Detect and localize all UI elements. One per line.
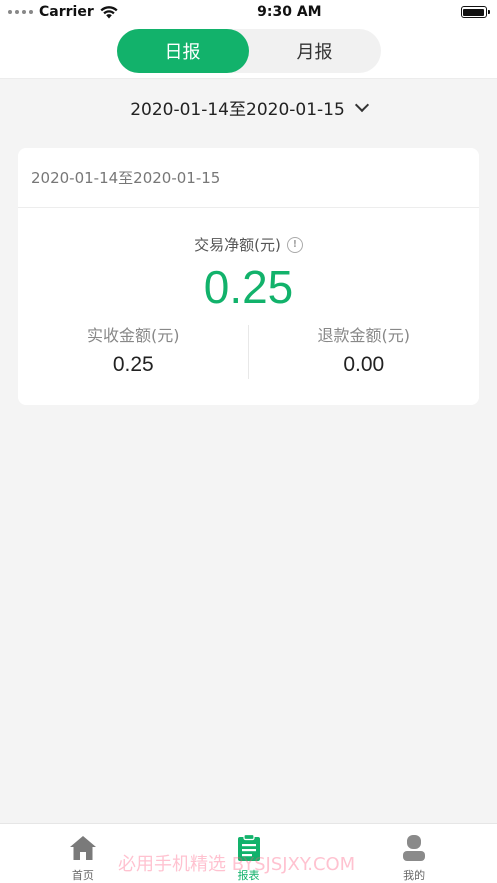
tab-report-label: 报表 (237, 869, 260, 882)
refund-amount: 退款金额(元) 0.00 (249, 325, 480, 379)
info-icon[interactable]: ! (286, 236, 303, 253)
bottom-tab-bar: 首页 报表 我的 (0, 823, 497, 883)
status-bar: Carrier 9:30 AM (0, 0, 497, 24)
report-period-segmented: 日报 月报 (116, 29, 381, 73)
date-range-label: 2020-01-14至2020-01-15 (130, 100, 345, 120)
received-amount: 实收金额(元) 0.25 (18, 325, 249, 379)
card-date-range: 2020-01-14至2020-01-15 (18, 148, 479, 208)
status-time: 9:30 AM (257, 4, 322, 20)
net-amount-label-row: 交易净额(元) ! (18, 234, 479, 255)
tab-monthly-report[interactable]: 月报 (249, 29, 381, 73)
tab-profile-label: 我的 (403, 869, 426, 882)
battery-icon (460, 6, 490, 18)
net-amount-label: 交易净额(元) (194, 236, 281, 254)
wifi-icon (100, 5, 118, 18)
signal-icon (8, 10, 33, 14)
tab-monthly-label: 月报 (296, 42, 333, 63)
net-amount-value: 0.25 (203, 261, 294, 313)
refund-amount-value: 0.00 (343, 353, 385, 376)
tab-profile[interactable]: 我的 (331, 824, 497, 883)
received-amount-label: 实收金额(元) (87, 326, 180, 345)
tab-daily-report[interactable]: 日报 (116, 29, 249, 73)
status-left: Carrier (8, 4, 118, 20)
tab-home-label: 首页 (71, 869, 94, 882)
tab-daily-label: 日报 (164, 42, 201, 63)
tab-report[interactable]: 报表 (166, 824, 332, 883)
date-range-selector[interactable]: 2020-01-14至2020-01-15 (0, 78, 497, 136)
refund-amount-label: 退款金额(元) (317, 326, 411, 345)
tab-home[interactable]: 首页 (0, 824, 166, 883)
received-amount-value: 0.25 (112, 353, 154, 376)
carrier-label: Carrier (39, 4, 94, 20)
report-icon (234, 833, 264, 863)
profile-icon (399, 833, 429, 863)
summary-card: 2020-01-14至2020-01-15 交易净额(元) ! 0.25 实收金… (18, 148, 479, 405)
home-icon (68, 833, 98, 863)
amount-breakdown: 实收金额(元) 0.25 退款金额(元) 0.00 (18, 325, 479, 379)
report-header: 日报 月报 (0, 24, 497, 78)
divider (248, 325, 249, 379)
chevron-down-icon (354, 97, 369, 112)
